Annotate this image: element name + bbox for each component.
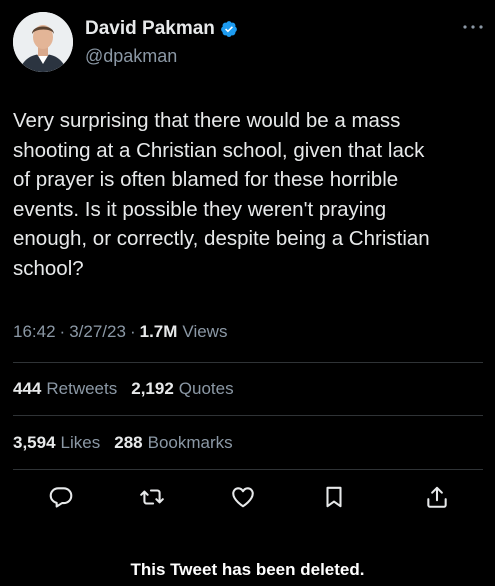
display-name[interactable]: David Pakman [85, 18, 215, 40]
like-icon[interactable] [230, 484, 256, 510]
tweet-card: David Pakman @dpakman Very surprising th… [0, 0, 495, 586]
action-bar [0, 484, 495, 510]
avatar-portrait-icon [13, 12, 73, 72]
bookmark-icon[interactable] [321, 484, 347, 510]
deleted-notice: This Tweet has been deleted. [130, 560, 365, 579]
likes-count: 3,594 [13, 433, 56, 452]
divider [13, 415, 483, 416]
tweet-time[interactable]: 16:42 [13, 322, 56, 342]
author-handle[interactable]: @dpakman [85, 46, 238, 67]
meta-separator: · [59, 322, 66, 341]
more-options-icon[interactable] [461, 22, 485, 32]
quotes-stat[interactable]: 2,192 Quotes [131, 379, 233, 399]
reply-icon[interactable] [48, 484, 74, 510]
share-stats: 444 Retweets 2,192 Quotes [13, 379, 234, 399]
divider [13, 469, 483, 470]
likes-label: Likes [60, 433, 101, 452]
bookmarks-stat[interactable]: 288 Bookmarks [114, 433, 232, 453]
author-names: David Pakman @dpakman [85, 18, 238, 67]
views-count: 1.7M [139, 322, 178, 341]
tweet-date[interactable]: 3/27/23 [69, 322, 126, 342]
name-row: David Pakman [85, 18, 238, 40]
views-label: Views [182, 322, 228, 341]
engagement-stats: 3,594 Likes 288 Bookmarks [13, 433, 233, 453]
retweets-label: Retweets [46, 379, 118, 398]
bookmarks-count: 288 [114, 433, 143, 452]
quotes-label: Quotes [178, 379, 234, 398]
tweet-header: David Pakman @dpakman [13, 12, 238, 72]
share-icon[interactable] [424, 484, 450, 510]
verified-badge-icon [221, 20, 237, 37]
avatar[interactable] [13, 12, 73, 72]
likes-stat[interactable]: 3,594 Likes [13, 433, 100, 453]
tweet-meta: 16:42 · 3/27/23 · 1.7M Views [13, 322, 227, 342]
meta-separator: · [129, 322, 136, 341]
divider [13, 362, 483, 363]
bookmarks-label: Bookmarks [147, 433, 233, 452]
retweets-stat[interactable]: 444 Retweets [13, 379, 117, 399]
quotes-count: 2,192 [131, 379, 174, 398]
retweet-icon[interactable] [139, 484, 165, 510]
retweets-count: 444 [13, 379, 42, 398]
tweet-text: Very surprising that there would be a ma… [13, 109, 430, 280]
